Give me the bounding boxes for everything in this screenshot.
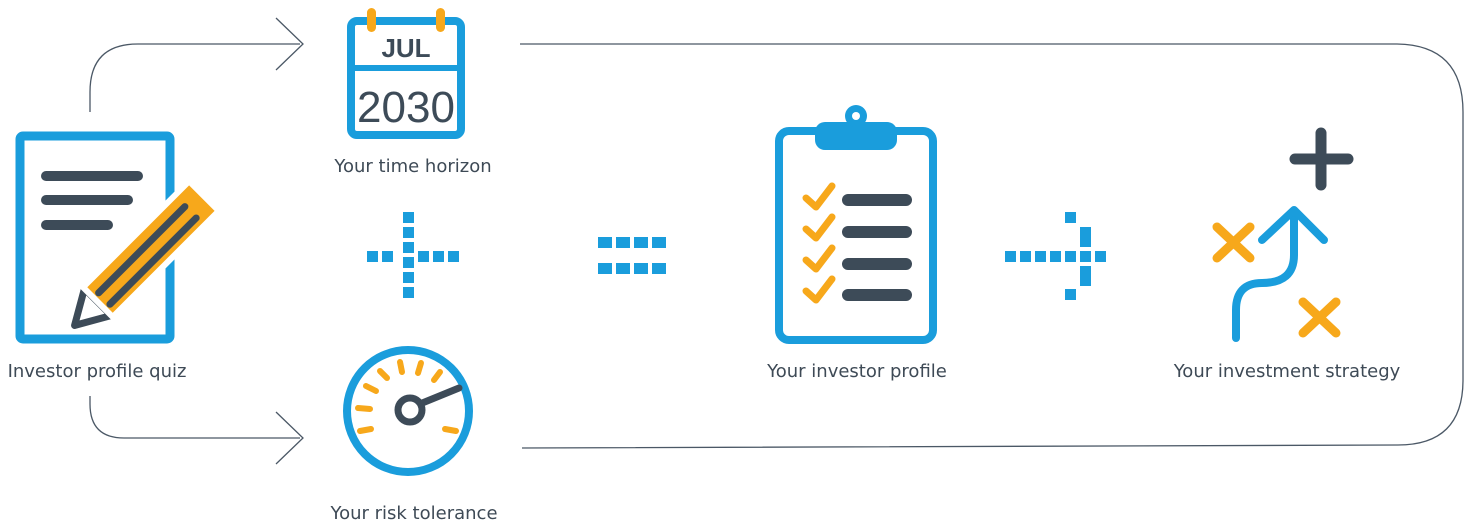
calendar-icon: JUL 2030 [347, 8, 465, 139]
label-time-horizon: Your time horizon [334, 156, 492, 177]
label-risk-tolerance: Your risk tolerance [330, 503, 498, 524]
label-investor-profile: Your investor profile [767, 361, 947, 382]
arrow-right-icon [1005, 212, 1106, 300]
document-pencil-icon [15, 131, 224, 344]
connector-to-risk-tolerance [89, 396, 300, 439]
label-investor-profile-quiz: Investor profile quiz [7, 361, 187, 382]
speedometer-icon [343, 346, 473, 476]
investing-process-diagram: JUL 2030 [0, 0, 1473, 523]
clipboard-checklist-icon [775, 105, 937, 344]
strategy-path-icon [1212, 127, 1354, 342]
connector-to-time-horizon [89, 43, 300, 112]
calendar-month: JUL [381, 33, 430, 63]
equals-icon [598, 237, 666, 274]
label-investment-strategy: Your investment strategy [1173, 361, 1401, 382]
calendar-year: 2030 [357, 83, 455, 132]
plus-icon [367, 212, 459, 298]
